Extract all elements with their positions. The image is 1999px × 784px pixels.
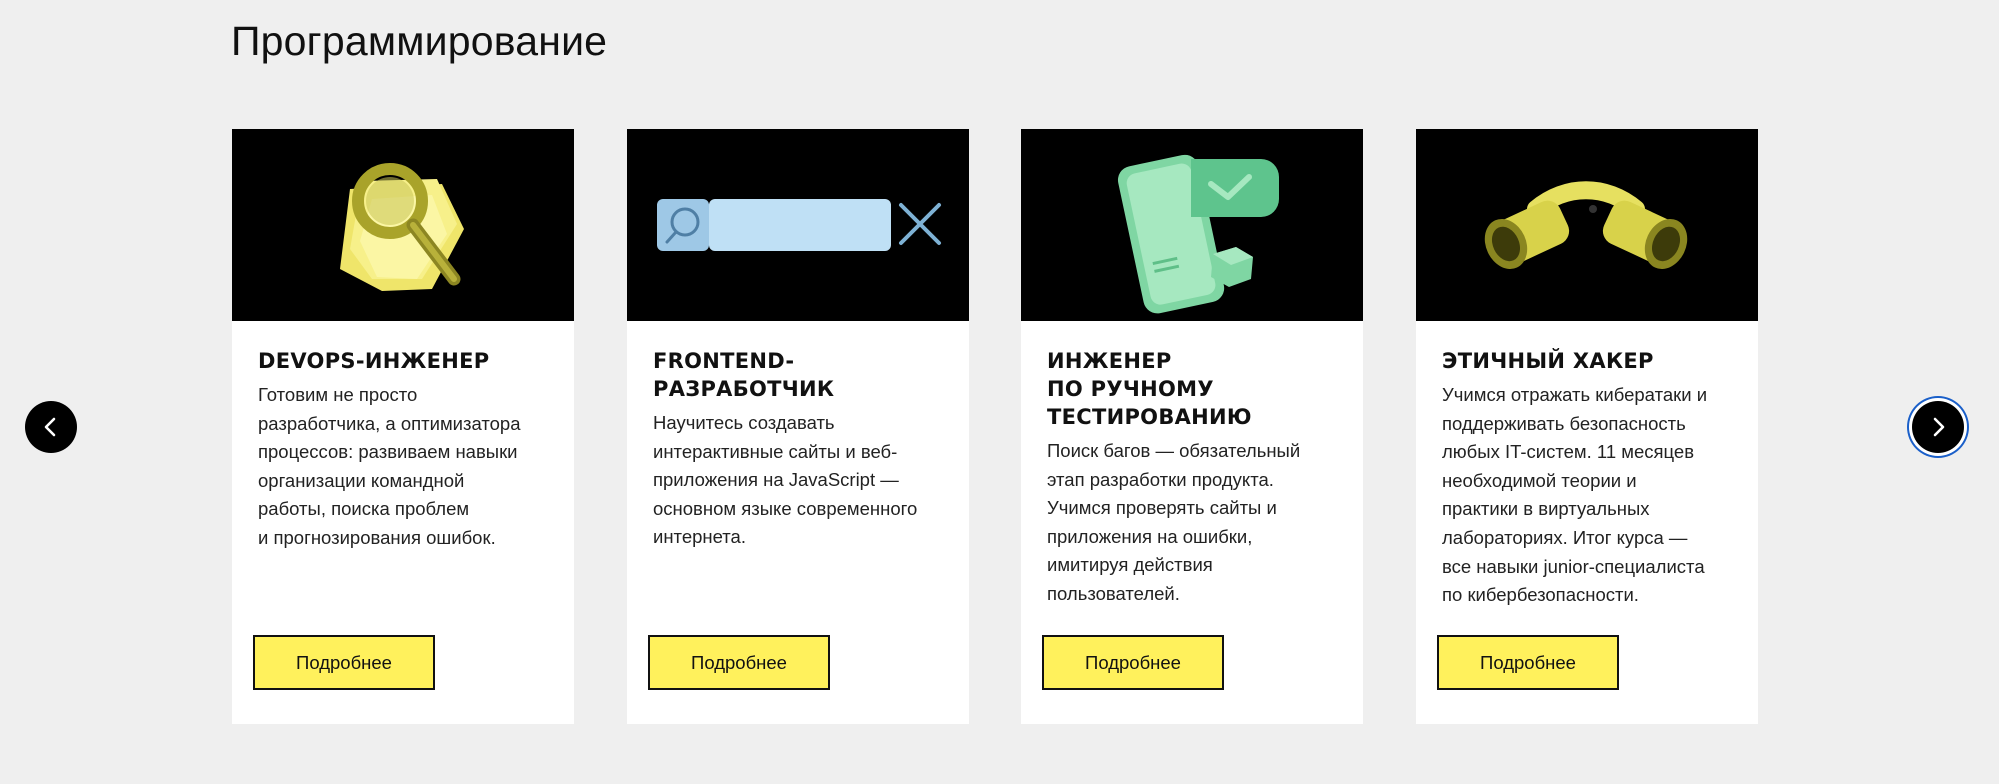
card-image xyxy=(627,129,969,321)
card-title: Этичный хакер xyxy=(1442,349,1654,373)
card-image xyxy=(232,129,574,321)
phone-checkmark-icon xyxy=(1117,154,1279,314)
carousel-next-button[interactable] xyxy=(1912,401,1964,453)
card-image xyxy=(1021,129,1363,321)
card-title: Инженер по ручному тестированию xyxy=(1047,349,1252,429)
course-card-frontend[interactable]: Frontend- разработчик Научитесь создават… xyxy=(627,129,969,724)
card-description: Поиск багов — обязательный этап разработ… xyxy=(1047,440,1301,604)
magnifier-documents-icon xyxy=(340,163,464,291)
carousel-prev-button[interactable] xyxy=(25,401,77,453)
card-description: Учимся отражать кибератаки и поддерживат… xyxy=(1442,384,1708,606)
binoculars-icon xyxy=(1484,181,1688,270)
card-title: DevOps-инженер xyxy=(258,349,490,373)
course-card-ethical-hacker[interactable]: Этичный хакер Учимся отражать кибератаки… xyxy=(1416,129,1758,724)
chevron-right-icon xyxy=(1933,417,1945,437)
more-button[interactable]: Подробнее xyxy=(253,635,435,690)
course-card-devops[interactable]: DevOps-инженер Готовим не просто разрабо… xyxy=(232,129,574,724)
card-description: Научитесь создавать интерактивные сайты … xyxy=(653,412,918,548)
course-cards: DevOps-инженер Готовим не просто разрабо… xyxy=(232,129,1758,724)
more-button[interactable]: Подробнее xyxy=(1042,635,1224,690)
card-description: Готовим не просто разработчика, а оптими… xyxy=(258,384,521,548)
course-card-manual-qa[interactable]: Инженер по ручному тестированию Поиск ба… xyxy=(1021,129,1363,724)
more-button[interactable]: Подробнее xyxy=(648,635,830,690)
section-title: Программирование xyxy=(231,18,608,64)
chevron-left-icon xyxy=(44,417,56,437)
card-image xyxy=(1416,129,1758,321)
card-title: Frontend- разработчик xyxy=(653,349,835,401)
search-bar-icon xyxy=(657,199,941,251)
more-button[interactable]: Подробнее xyxy=(1437,635,1619,690)
